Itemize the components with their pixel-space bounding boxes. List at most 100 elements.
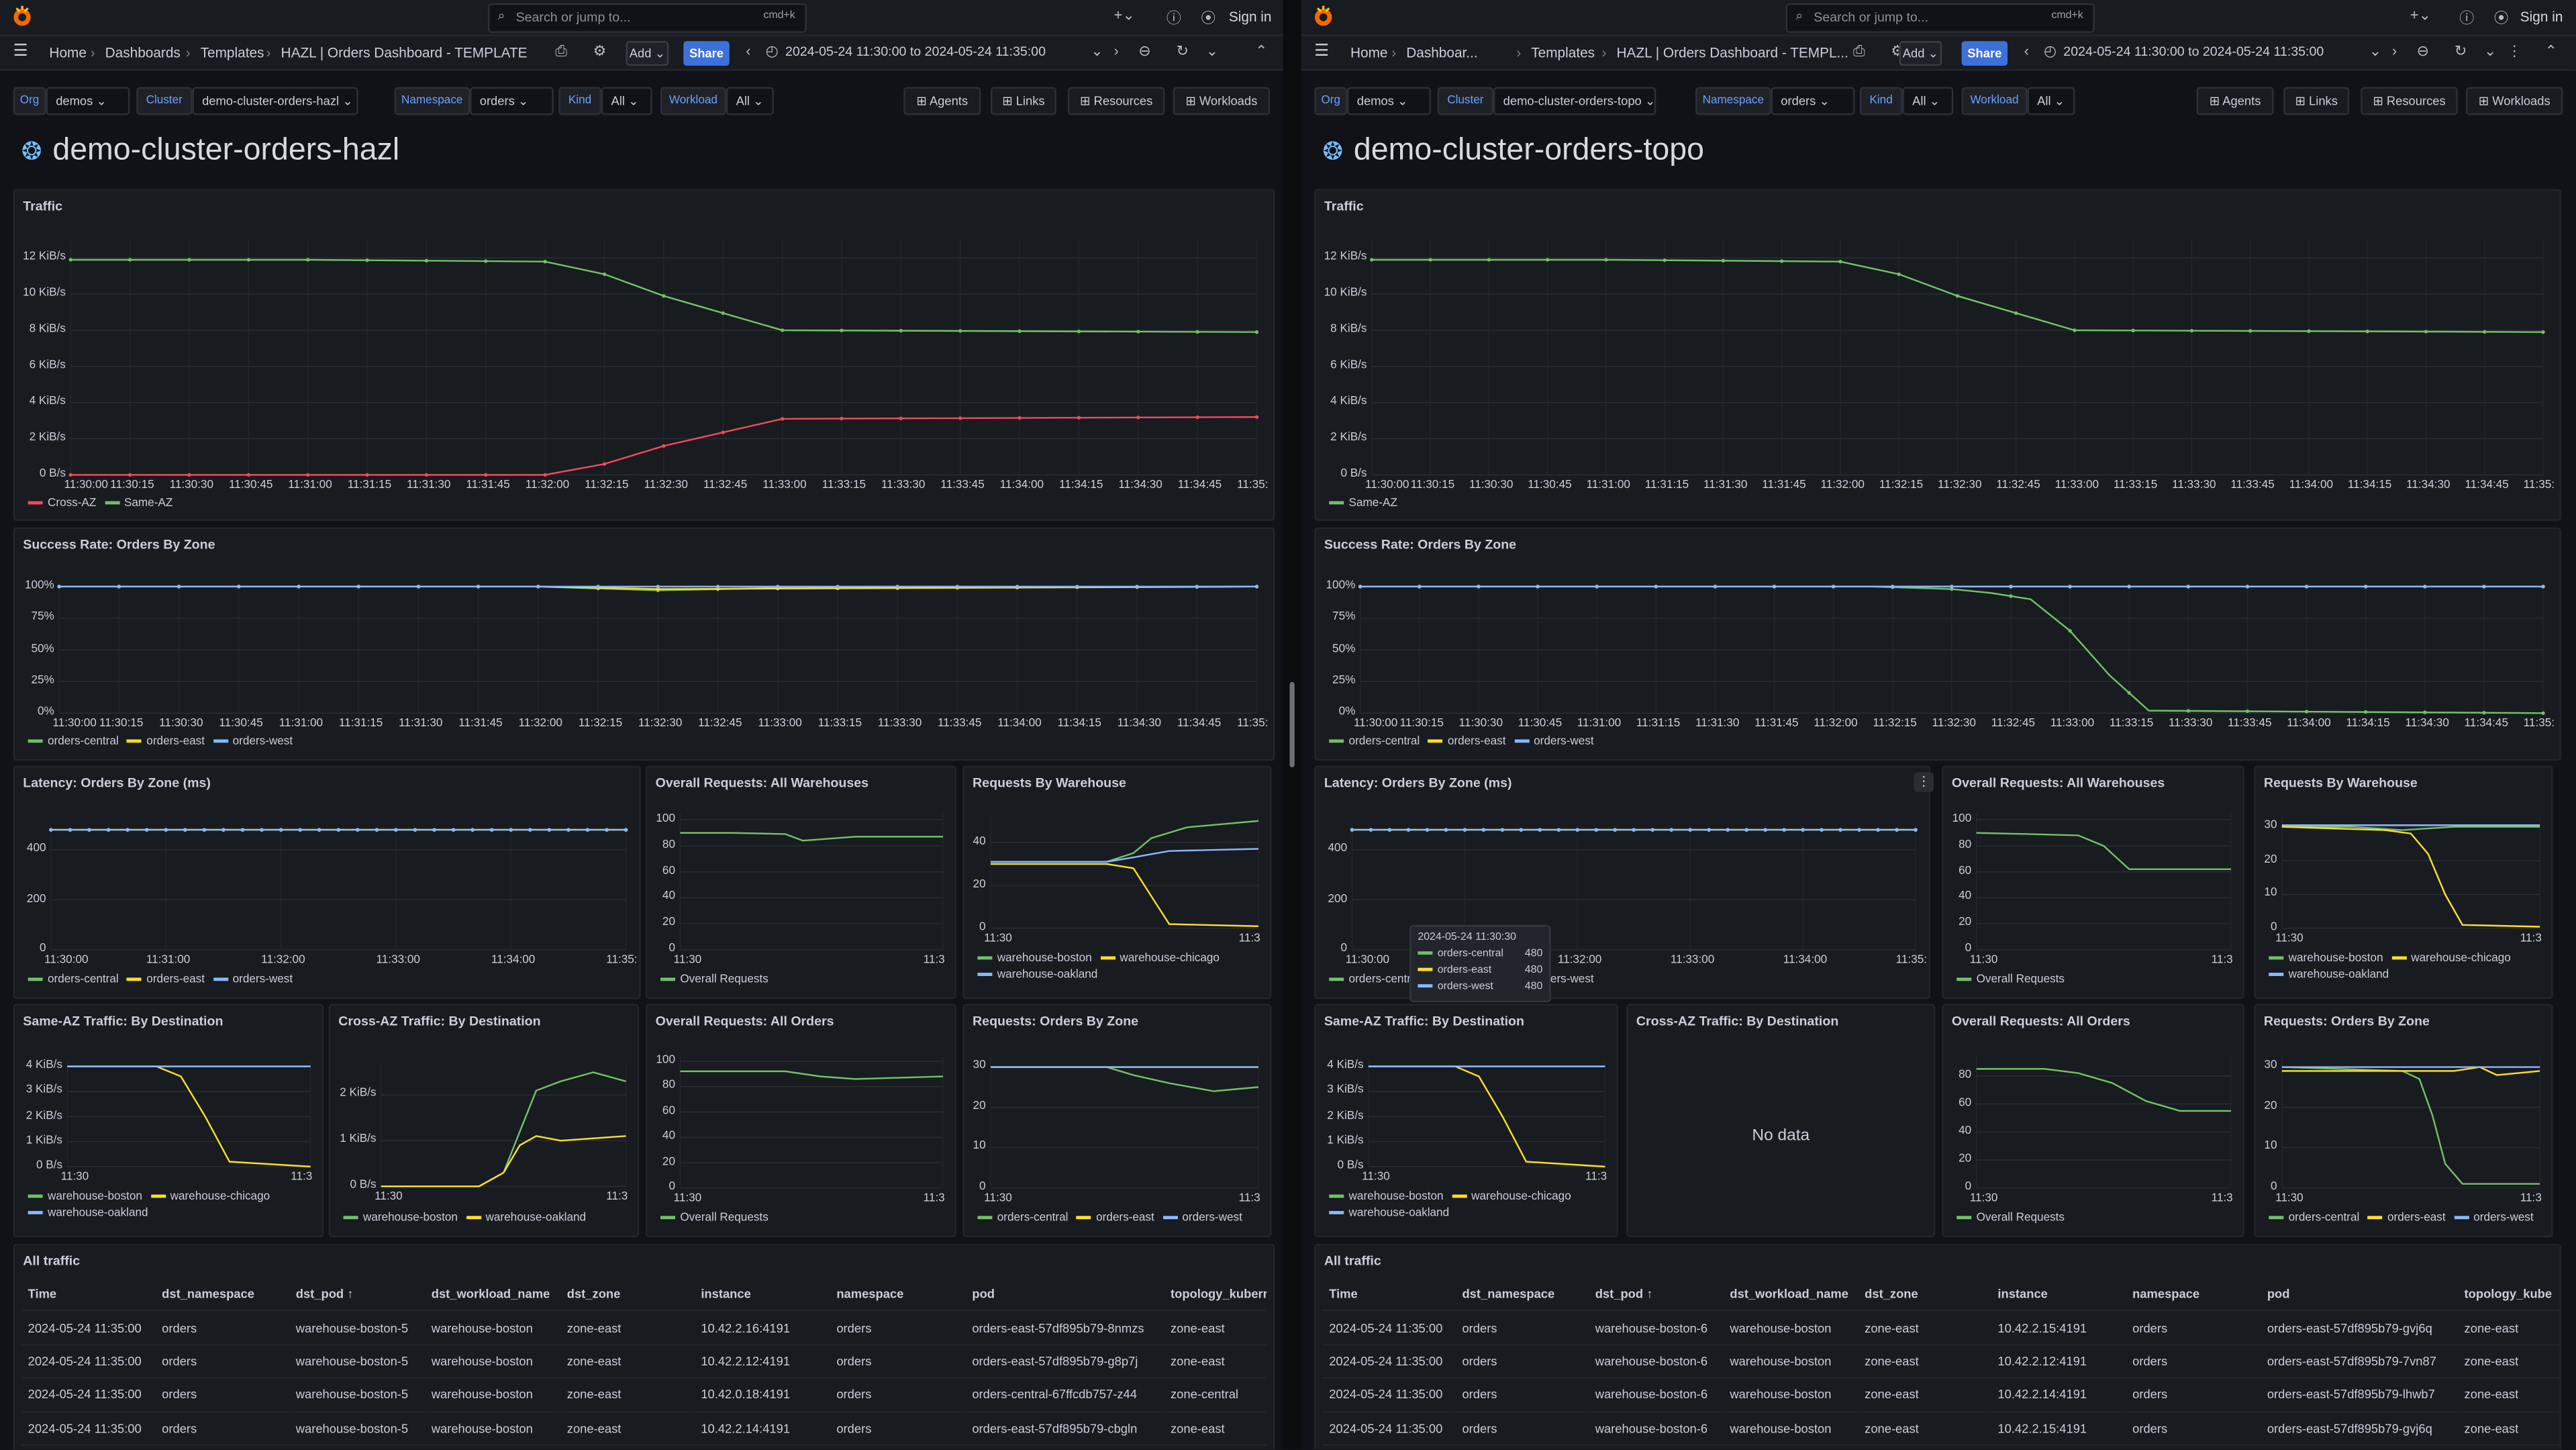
- grafana-logo-icon[interactable]: [1313, 5, 1334, 28]
- chart-plot-area[interactable]: [381, 1063, 627, 1188]
- data-point[interactable]: [1950, 585, 1954, 589]
- data-point[interactable]: [1669, 828, 1673, 832]
- data-point[interactable]: [1779, 259, 1784, 263]
- legend-item[interactable]: Cross-AZ: [19, 498, 96, 510]
- add-menu-button[interactable]: Add ⌄: [1899, 41, 1942, 66]
- data-point[interactable]: [413, 828, 417, 832]
- chart-plot-area[interactable]: [679, 813, 944, 951]
- chart-plot-area[interactable]: [1975, 1055, 2232, 1189]
- data-point[interactable]: [1195, 415, 1199, 420]
- dashboard-link-workloads[interactable]: ⊞ Workloads: [1173, 87, 1271, 115]
- column-header[interactable]: pod: [2261, 1278, 2458, 1312]
- chart-plot-area[interactable]: [2281, 816, 2540, 929]
- data-point[interactable]: [2365, 329, 2369, 334]
- refresh-interval-chevron-icon[interactable]: ⌄: [2484, 43, 2496, 61]
- data-point[interactable]: [547, 828, 552, 832]
- data-point[interactable]: [1782, 828, 1786, 832]
- panel-title[interactable]: Same-AZ Traffic: By Destination: [23, 1014, 223, 1028]
- data-point[interactable]: [1831, 585, 1836, 589]
- variable-select-cluster[interactable]: demo-cluster-orders-topo ⌄: [1493, 87, 1656, 115]
- data-point[interactable]: [2127, 691, 2131, 695]
- legend-item[interactable]: Overall Requests: [652, 1212, 769, 1224]
- series-line-Overall Requests[interactable]: [680, 832, 943, 842]
- chart-plot-area[interactable]: [49, 824, 628, 951]
- data-point[interactable]: [68, 473, 72, 477]
- help-icon[interactable]: ⓘ: [1167, 7, 1181, 28]
- data-point[interactable]: [126, 828, 130, 832]
- data-point[interactable]: [336, 828, 340, 832]
- data-point[interactable]: [49, 828, 53, 832]
- data-point[interactable]: [543, 473, 547, 477]
- panel-title[interactable]: Requests: Orders By Zone: [2264, 1014, 2430, 1028]
- settings-gear-icon[interactable]: ⚙: [593, 43, 607, 61]
- data-point[interactable]: [662, 294, 666, 298]
- legend-item[interactable]: warehouse-chicago: [2383, 953, 2511, 965]
- legend-item[interactable]: Same-AZ: [96, 498, 172, 510]
- breadcrumb-item-2[interactable]: Templates: [1531, 44, 1595, 60]
- legend-item[interactable]: orders-east: [119, 736, 205, 748]
- data-point[interactable]: [1075, 585, 1079, 589]
- data-point[interactable]: [2245, 709, 2250, 714]
- new-plus-icon[interactable]: +⌄: [2410, 7, 2431, 25]
- legend-item[interactable]: warehouse-oakland: [969, 969, 1097, 981]
- column-header[interactable]: namespace: [2126, 1278, 2261, 1312]
- data-point[interactable]: [543, 259, 547, 264]
- add-menu-button[interactable]: Add ⌄: [626, 41, 669, 66]
- search-input[interactable]: ⌕ Search or jump to... cmd+k: [1785, 3, 2095, 33]
- data-point[interactable]: [1418, 585, 1422, 589]
- legend-item[interactable]: orders-central: [969, 1212, 1068, 1224]
- data-point[interactable]: [298, 828, 302, 832]
- column-header[interactable]: dst_zone: [1858, 1278, 1991, 1312]
- panel-title[interactable]: Overall Requests: All Orders: [656, 1014, 834, 1028]
- panel-title[interactable]: Requests By Warehouse: [973, 775, 1126, 790]
- refresh-icon[interactable]: ↻: [2455, 43, 2467, 61]
- data-point[interactable]: [1801, 828, 1805, 832]
- series-line-warehouse-oakland[interactable]: [381, 1135, 626, 1188]
- data-point[interactable]: [780, 417, 785, 421]
- data-point[interactable]: [1444, 828, 1448, 832]
- legend-item[interactable]: Overall Requests: [1948, 1212, 2065, 1224]
- data-point[interactable]: [476, 585, 481, 589]
- data-point[interactable]: [509, 828, 513, 832]
- news-feed-icon[interactable]: ⦿: [2494, 7, 2509, 28]
- data-point[interactable]: [356, 828, 360, 832]
- series-line-Overall Requests[interactable]: [1976, 832, 2231, 871]
- data-point[interactable]: [662, 444, 666, 448]
- data-point[interactable]: [721, 311, 725, 316]
- data-point[interactable]: [1575, 828, 1579, 832]
- data-point[interactable]: [596, 585, 600, 589]
- data-point[interactable]: [566, 828, 571, 832]
- data-point[interactable]: [1358, 585, 1363, 589]
- data-point[interactable]: [1820, 828, 1824, 832]
- panel-title[interactable]: All traffic: [1324, 1254, 1381, 1269]
- data-point[interactable]: [2307, 329, 2311, 334]
- data-point[interactable]: [602, 462, 607, 466]
- data-point[interactable]: [585, 828, 590, 832]
- data-point[interactable]: [605, 828, 609, 832]
- data-point[interactable]: [279, 828, 283, 832]
- series-line-warehouse-chicago[interactable]: [2281, 826, 2540, 928]
- data-point[interactable]: [484, 473, 488, 477]
- data-point[interactable]: [1654, 585, 1658, 589]
- chart-plot-area[interactable]: [1370, 240, 2545, 476]
- zoom-out-icon[interactable]: ⊖: [1138, 43, 1150, 61]
- column-header[interactable]: dst_namespace: [1455, 1278, 1589, 1312]
- data-point[interactable]: [57, 585, 61, 589]
- data-point[interactable]: [1487, 258, 1491, 262]
- data-point[interactable]: [958, 416, 962, 420]
- column-header[interactable]: dst_workload_name: [1723, 1278, 1859, 1312]
- data-point[interactable]: [2541, 585, 2545, 589]
- variable-select-workload[interactable]: All ⌄: [2027, 87, 2075, 115]
- chart-plot-area[interactable]: [1358, 585, 2545, 715]
- time-picker-chevron-icon[interactable]: ⌄: [1091, 43, 1103, 61]
- data-point[interactable]: [1914, 828, 1918, 832]
- save-dashboard-icon[interactable]: ⎙: [555, 43, 567, 61]
- data-point[interactable]: [1425, 828, 1430, 832]
- chart-plot-area[interactable]: [2281, 1055, 2540, 1189]
- chart-plot-area[interactable]: [1368, 1061, 1606, 1168]
- series-line-Overall Requests[interactable]: [1976, 1068, 2231, 1112]
- save-dashboard-icon[interactable]: ⎙: [1853, 43, 1865, 61]
- legend-item[interactable]: warehouse-boston: [335, 1212, 458, 1224]
- series-line-warehouse-boston[interactable]: [381, 1071, 626, 1188]
- refresh-interval-chevron-icon[interactable]: ⌄: [1206, 43, 1218, 61]
